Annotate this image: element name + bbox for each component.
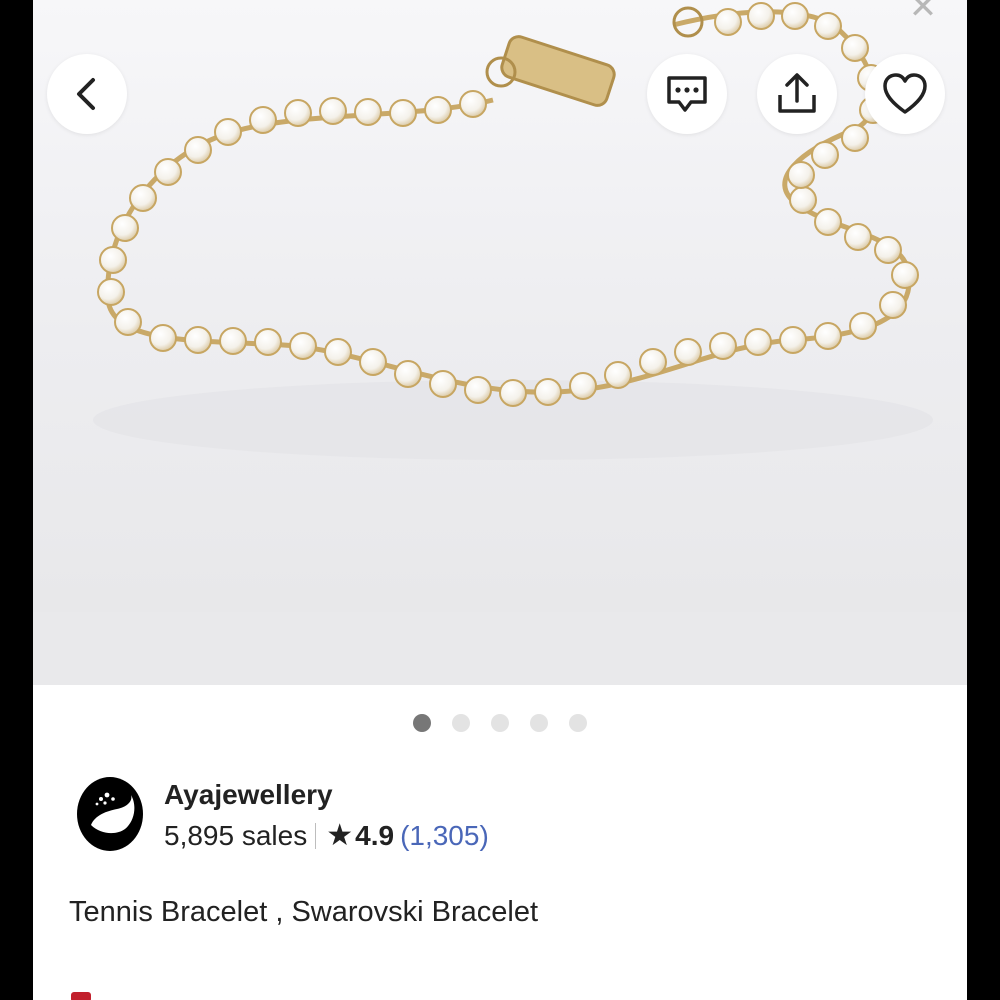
product-image-carousel[interactable]: ✕: [33, 0, 967, 685]
app-screen: ✕ Ayajewellery 5,895 sales ★ 4.9 (1,305)…: [33, 0, 967, 1000]
carousel-dot[interactable]: [569, 714, 587, 732]
carousel-dot[interactable]: [452, 714, 470, 732]
divider: [315, 822, 317, 849]
back-button[interactable]: [47, 54, 127, 134]
share-button[interactable]: [757, 54, 837, 134]
carousel-dot[interactable]: [530, 714, 548, 732]
share-icon: [778, 73, 816, 113]
badge-partial: [71, 992, 91, 1000]
shop-rating: 4.9: [355, 819, 395, 851]
message-icon: [667, 76, 707, 112]
product-title: Tennis Bracelet , Swarovski Bracelet: [69, 896, 539, 928]
message-shop-button[interactable]: [647, 54, 727, 134]
shop-info[interactable]: Ayajewellery 5,895 sales ★ 4.9 (1,305): [73, 775, 933, 855]
carousel-dot[interactable]: [413, 714, 431, 732]
heart-icon: [883, 73, 927, 114]
star-icon: ★: [326, 819, 354, 852]
favorite-button[interactable]: [865, 54, 945, 134]
carousel-indicator: [33, 714, 967, 734]
chevron-left-icon: [77, 78, 95, 110]
shop-stats: 5,895 sales ★ 4.9 (1,305): [164, 818, 489, 853]
shop-sales: 5,895 sales: [164, 819, 308, 851]
carousel-dot[interactable]: [491, 714, 509, 732]
shop-reviews-link[interactable]: (1,305): [400, 820, 489, 852]
shop-avatar[interactable]: [77, 777, 143, 851]
close-icon[interactable]: ✕: [903, 0, 943, 24]
shop-name[interactable]: Ayajewellery: [164, 779, 333, 811]
shop-logo-icon: [91, 792, 135, 834]
